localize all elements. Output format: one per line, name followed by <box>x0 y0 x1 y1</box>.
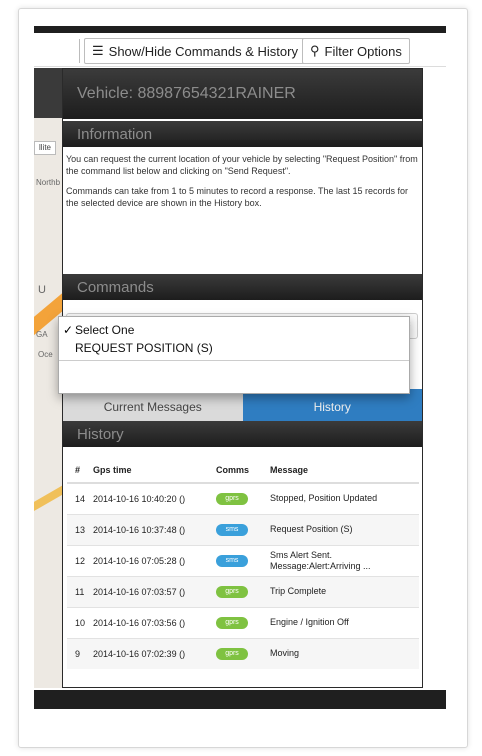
table-row[interactable]: 10 2014-10-16 07:03:56 () gprs Engine / … <box>67 606 419 638</box>
row-gps-time: 2014-10-16 07:02:39 () <box>93 637 216 669</box>
dropdown-option-select-one[interactable]: Select One <box>59 323 134 337</box>
row-gps-time: 2014-10-16 10:40:20 () <box>93 482 216 514</box>
row-gps-time: 2014-10-16 10:37:48 () <box>93 513 216 545</box>
sms-icon: sms <box>216 555 248 567</box>
column-header-number: # <box>67 457 93 484</box>
row-message: Sms Alert Sent. Message:Alert:Arriving .… <box>270 544 419 576</box>
row-comms-cell: sms <box>216 544 270 576</box>
column-header-gps-time: Gps time <box>93 457 216 484</box>
filter-options-button[interactable]: ⚲ Filter Options <box>302 38 410 64</box>
gprs-icon: gprs <box>216 617 248 629</box>
search-icon: ⚲ <box>310 43 320 58</box>
table-row[interactable]: 12 2014-10-16 07:05:28 () sms Sms Alert … <box>67 544 419 576</box>
row-number: 14 <box>67 482 93 514</box>
dropdown-option-request-position[interactable]: REQUEST POSITION (S) <box>59 341 213 355</box>
vehicle-header: Vehicle: 88987654321RAINER <box>63 69 422 119</box>
map-street-label: Northb <box>36 178 61 187</box>
information-text: You can request the current location of … <box>66 153 418 217</box>
information-paragraph: You can request the current location of … <box>66 154 418 176</box>
satellite-toggle[interactable]: llite <box>34 141 56 155</box>
row-comms-cell: gprs <box>216 575 270 607</box>
list-icon: ☰ <box>92 43 104 58</box>
map-street-label: GA <box>36 330 48 339</box>
row-gps-time: 2014-10-16 07:05:28 () <box>93 544 216 576</box>
row-number: 9 <box>67 637 93 669</box>
history-table: # Gps time Comms Message 14 2014-10-16 1… <box>67 457 419 669</box>
information-header: Information <box>63 121 422 147</box>
show-hide-label: Show/Hide Commands & History <box>108 43 298 59</box>
history-header: History <box>63 421 422 447</box>
toolbar-divider <box>79 39 80 63</box>
row-gps-time: 2014-10-16 07:03:57 () <box>93 575 216 607</box>
row-message: Engine / Ignition Off <box>270 606 419 638</box>
table-row[interactable]: 13 2014-10-16 10:37:48 () sms Request Po… <box>67 513 419 545</box>
dropdown-divider <box>59 360 409 361</box>
information-paragraph: Commands can take from 1 to 5 minutes to… <box>66 186 408 208</box>
column-header-message: Message <box>270 457 419 484</box>
row-number: 13 <box>67 513 93 545</box>
row-message: Trip Complete <box>270 575 419 607</box>
map-street-label: Oce <box>38 350 53 359</box>
row-comms-cell: gprs <box>216 606 270 638</box>
toolbar: ☰ Show/Hide Commands & History ⚲ Filter … <box>34 35 446 67</box>
row-comms-cell: sms <box>216 513 270 545</box>
history-table-header: # Gps time Comms Message <box>67 457 419 484</box>
row-message: Request Position (S) <box>270 513 419 545</box>
row-message: Stopped, Position Updated <box>270 482 419 514</box>
commands-header: Commands <box>63 274 422 300</box>
table-row[interactable]: 9 2014-10-16 07:02:39 () gprs Moving <box>67 637 419 669</box>
row-number: 12 <box>67 544 93 576</box>
row-gps-time: 2014-10-16 07:03:56 () <box>93 606 216 638</box>
bottom-bar <box>34 690 446 709</box>
map-street-label: U <box>38 284 46 296</box>
command-dropdown-menu[interactable]: ✓ Select One REQUEST POSITION (S) <box>58 316 410 394</box>
row-number: 11 <box>67 575 93 607</box>
column-header-comms: Comms <box>216 457 270 484</box>
row-comms-cell: gprs <box>216 482 270 514</box>
show-hide-button[interactable]: ☰ Show/Hide Commands & History <box>84 38 306 64</box>
gprs-icon: gprs <box>216 648 248 661</box>
gprs-icon: gprs <box>216 586 248 598</box>
table-row[interactable]: 11 2014-10-16 07:03:57 () gprs Trip Comp… <box>67 575 419 607</box>
row-message: Moving <box>270 637 419 669</box>
top-bar <box>34 26 446 33</box>
table-row[interactable]: 14 2014-10-16 10:40:20 () gprs Stopped, … <box>67 482 419 514</box>
filter-options-label: Filter Options <box>324 43 402 59</box>
row-number: 10 <box>67 606 93 638</box>
gprs-icon: gprs <box>216 493 248 506</box>
sms-icon: sms <box>216 524 248 536</box>
row-comms-cell: gprs <box>216 637 270 669</box>
